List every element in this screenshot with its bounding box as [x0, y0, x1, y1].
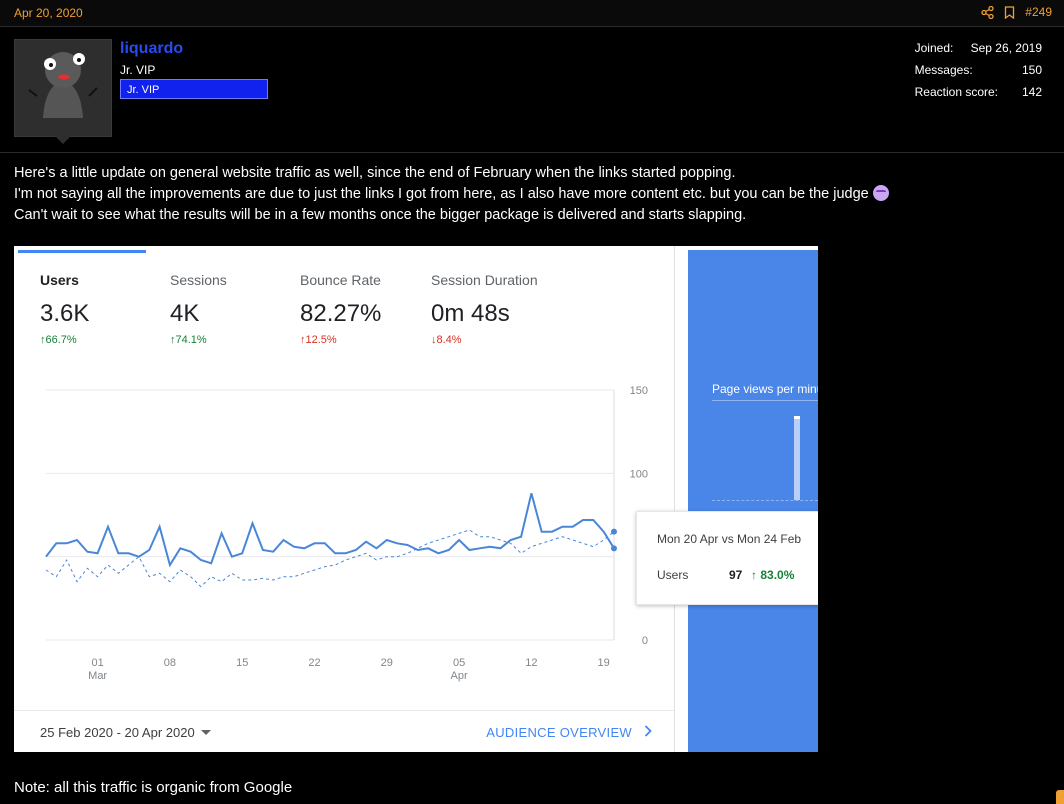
- date-range-label: 25 Feb 2020 - 20 Apr 2020: [40, 725, 195, 740]
- stat-reaction-score: Reaction score: 142: [915, 85, 1042, 107]
- metric-bounce-rate[interactable]: Bounce Rate 82.27% ↑12.5%: [300, 272, 381, 346]
- page-views-underline: [712, 400, 818, 401]
- metric-change: ↑74.1%: [170, 334, 227, 346]
- stat-value[interactable]: 150: [1012, 63, 1042, 85]
- analytics-screenshot[interactable]: Users 3.6K ↑66.7% Sessions 4K ↑74.1% Bou…: [14, 246, 818, 752]
- date-range-selector[interactable]: 25 Feb 2020 - 20 Apr 2020: [40, 725, 211, 740]
- x-tick-label: 19: [598, 657, 610, 669]
- metric-change-value: 8.4%: [436, 334, 462, 346]
- avatar-pointer: [55, 136, 71, 144]
- x-tick-label: 22: [308, 657, 320, 669]
- x-tick-label: 15: [236, 657, 248, 669]
- page-views-baseline: [712, 500, 818, 501]
- user-title: Jr. VIP: [120, 63, 156, 77]
- user-block: liquardo Jr. VIP Jr. VIP Joined: Sep 26,…: [0, 30, 1064, 153]
- avatar[interactable]: [14, 39, 112, 137]
- metric-session-duration[interactable]: Session Duration 0m 48s ↓8.4%: [431, 272, 538, 346]
- audience-overview-label: AUDIENCE OVERVIEW: [486, 725, 632, 740]
- chart-tooltip: Mon 20 Apr vs Mon 24 Feb Users 97 ↑ 83.0…: [636, 511, 818, 605]
- chevron-right-icon: [644, 725, 652, 740]
- metric-change: ↓8.4%: [431, 334, 538, 346]
- x-tick-label: 01: [92, 657, 104, 669]
- card-footer: 25 Feb 2020 - 20 Apr 2020 AUDIENCE OVERV…: [14, 710, 674, 752]
- relieved-face-emoji-icon: [872, 185, 889, 201]
- post-note: Note: all this traffic is organic from G…: [14, 779, 293, 796]
- page-views-label: Page views per minute: [712, 382, 818, 396]
- y-tick-label: 100: [630, 468, 648, 480]
- post-text-line: I'm not saying all the improvements are …: [14, 184, 889, 205]
- stat-messages: Messages: 150: [915, 63, 1042, 85]
- tooltip-change-value: 83.0%: [760, 568, 795, 582]
- post-actions: #249: [981, 5, 1052, 19]
- realtime-panel[interactable]: Page views per minute: [688, 250, 818, 752]
- share-icon[interactable]: [981, 5, 994, 19]
- x-tick-label: 12: [525, 657, 537, 669]
- x-tick-label: 29: [381, 657, 393, 669]
- tooltip-value: 97: [729, 568, 743, 582]
- stat-label: Reaction score:: [914, 85, 998, 99]
- stat-joined: Joined: Sep 26, 2019: [915, 41, 1042, 63]
- stat-value: 142: [1021, 85, 1042, 99]
- username[interactable]: liquardo: [120, 40, 183, 58]
- post-text-line: Can't wait to see what the results will …: [14, 207, 747, 223]
- x-tick-sublabel: Apr: [451, 670, 468, 682]
- post-header: Apr 20, 2020 #249: [0, 0, 1064, 27]
- previous-period-line: [45, 529, 615, 588]
- users-line-chart[interactable]: 0 100 150 01Mar 08 15 22 29 05Apr 12 19: [14, 376, 674, 696]
- x-tick-label: 05: [453, 657, 465, 669]
- metric-change-value: 74.1%: [175, 334, 207, 346]
- metric-label: Sessions: [170, 272, 227, 288]
- page-views-bar-cap: [794, 416, 800, 419]
- metric-change-value: 66.7%: [45, 334, 77, 346]
- series-end-point: [611, 528, 617, 535]
- analytics-card: Users 3.6K ↑66.7% Sessions 4K ↑74.1% Bou…: [14, 246, 675, 752]
- user-stats: Joined: Sep 26, 2019 Messages: 150 React…: [915, 41, 1042, 107]
- tooltip-change: ↑ 83.0%: [751, 568, 794, 582]
- metric-label: Bounce Rate: [300, 272, 381, 288]
- arrow-up-icon: ↑: [751, 568, 757, 582]
- post-number[interactable]: #249: [1025, 5, 1052, 19]
- tooltip-title: Mon 20 Apr vs Mon 24 Feb: [657, 532, 802, 546]
- y-tick-label: 0: [642, 635, 648, 647]
- metric-label: Session Duration: [431, 272, 538, 288]
- metric-value: 3.6K: [40, 300, 90, 327]
- post-text-line: Here's a little update on general websit…: [14, 165, 736, 181]
- avatar-image: [28, 52, 98, 118]
- metric-change: ↑66.7%: [40, 334, 89, 346]
- post-text-segment: I'm not saying all the improvements are …: [14, 186, 869, 202]
- audience-overview-link[interactable]: AUDIENCE OVERVIEW: [486, 725, 652, 740]
- metric-users[interactable]: Users 3.6K ↑66.7%: [40, 272, 89, 346]
- current-period-line: [45, 493, 615, 568]
- y-tick-label: 150: [630, 385, 648, 397]
- post-date[interactable]: Apr 20, 2020: [14, 6, 83, 20]
- series-end-point: [611, 545, 617, 552]
- stat-label: Joined:: [914, 41, 954, 55]
- tooltip-label: Users: [657, 568, 689, 582]
- metric-value: 82.27%: [300, 300, 382, 327]
- metric-sessions[interactable]: Sessions 4K ↑74.1%: [170, 272, 227, 346]
- page-views-bar: [794, 418, 800, 500]
- active-tab-indicator: [18, 250, 146, 253]
- metric-change-value: 12.5%: [305, 334, 337, 346]
- user-banner: Jr. VIP: [120, 79, 268, 99]
- caret-down-icon: [200, 730, 211, 735]
- metric-label: Users: [40, 272, 79, 288]
- metric-value: 4K: [170, 300, 200, 327]
- scroll-indicator[interactable]: [1056, 790, 1064, 804]
- stat-label: Messages:: [914, 63, 973, 77]
- stat-value: Sep 26, 2019: [970, 41, 1042, 55]
- metric-value: 0m 48s: [431, 300, 510, 327]
- x-tick-sublabel: Mar: [88, 670, 107, 682]
- bookmark-icon[interactable]: [1004, 5, 1015, 19]
- post-body: Here's a little update on general websit…: [14, 163, 889, 226]
- x-tick-label: 08: [164, 657, 176, 669]
- metric-change: ↑12.5%: [300, 334, 381, 346]
